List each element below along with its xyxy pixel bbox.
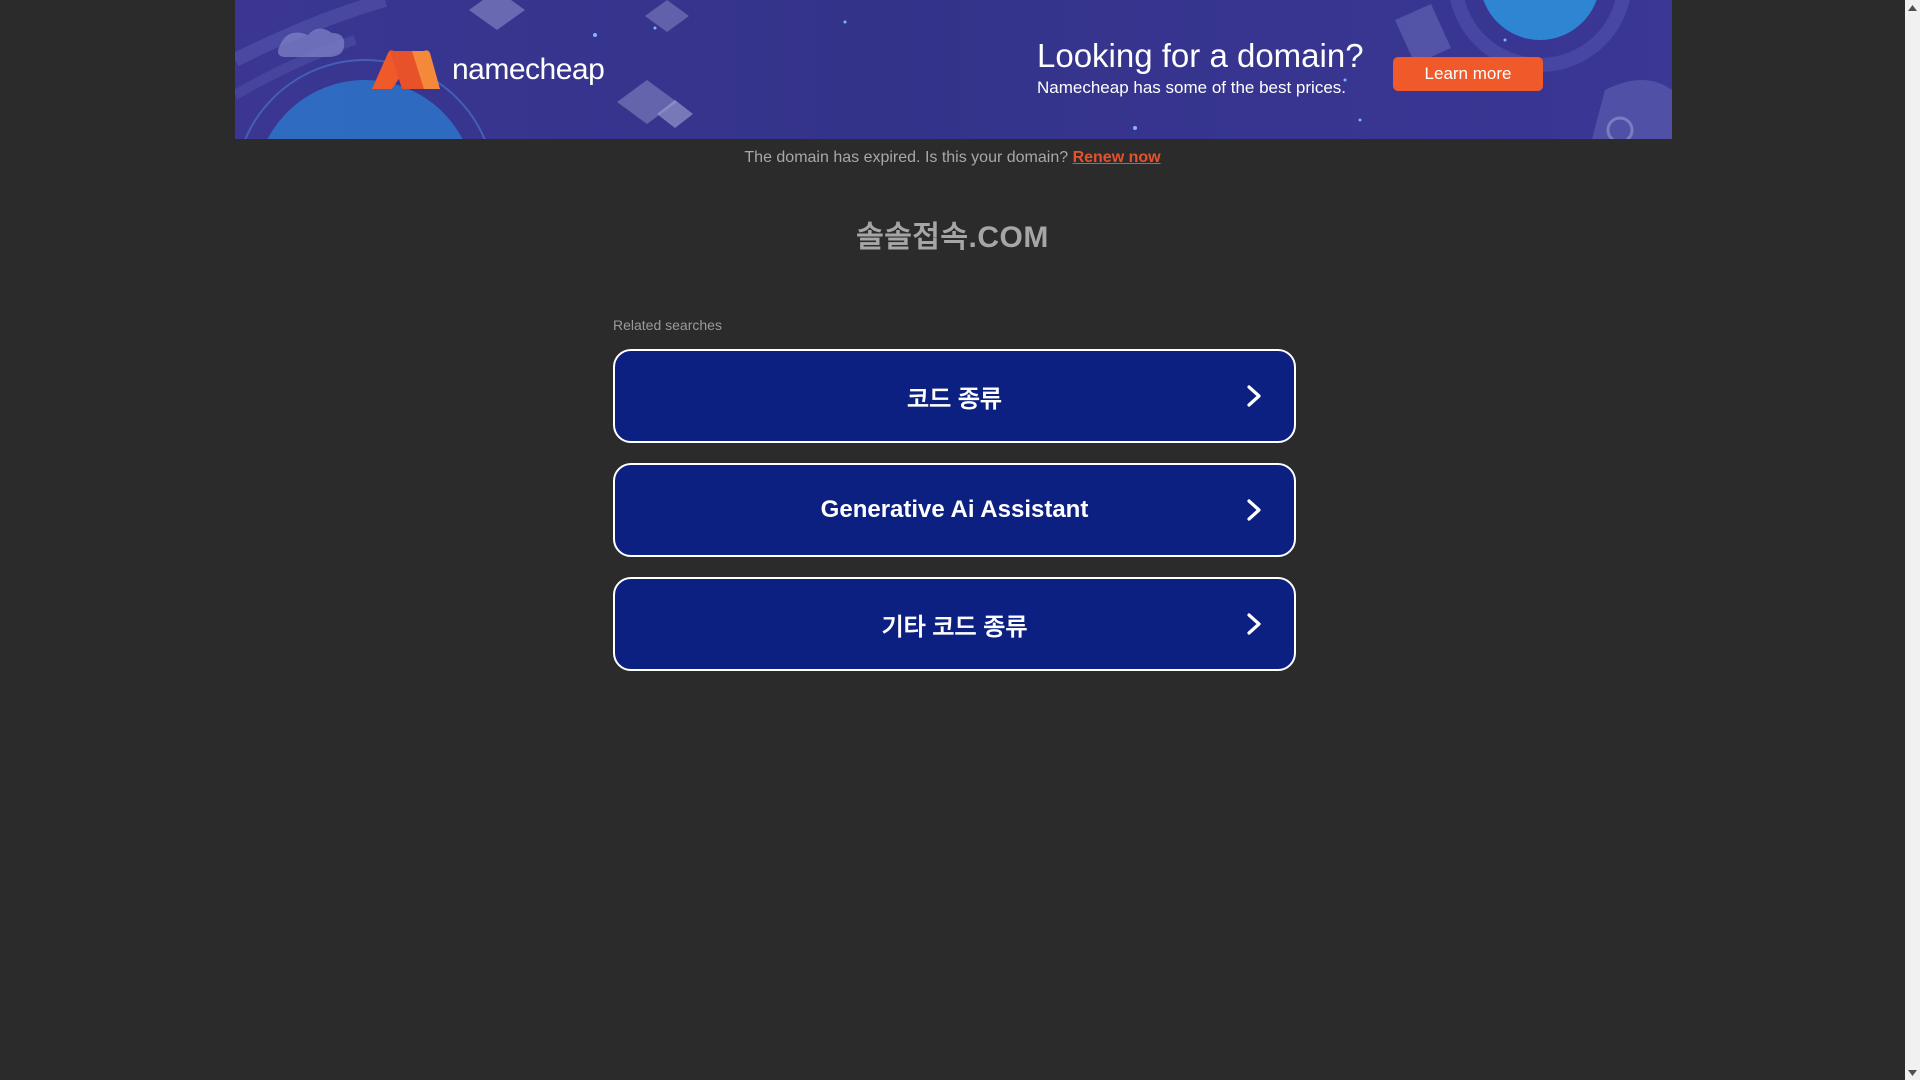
chevron-right-icon xyxy=(1247,499,1261,521)
promo-subtitle: Namecheap has some of the best prices. xyxy=(1037,78,1346,97)
learn-more-button[interactable]: Learn more xyxy=(1393,57,1543,91)
related-searches-label: Related searches xyxy=(613,317,722,333)
promo-banner[interactable]: namecheap Looking for a domain? Namechea… xyxy=(235,0,1672,139)
promo-title: Looking for a domain? xyxy=(1037,37,1364,74)
expired-text: The domain has expired. Is this your dom… xyxy=(744,149,1069,166)
arrow-up-icon[interactable] xyxy=(1905,0,1920,15)
related-search-label: Generative Ai Assistant xyxy=(820,496,1089,523)
related-search-label: 기타 코드 종류 xyxy=(881,613,1028,641)
arrow-down-icon[interactable] xyxy=(1905,1065,1920,1080)
related-search-item[interactable]: 기타 코드 종류 xyxy=(613,577,1296,671)
related-search-label: 코드 종류 xyxy=(907,385,1002,413)
vertical-scrollbar[interactable] xyxy=(1905,0,1920,1080)
chevron-right-icon xyxy=(1247,385,1261,407)
expired-notice: The domain has expired. Is this your dom… xyxy=(0,149,1905,167)
renew-now-link[interactable]: Renew now xyxy=(1073,149,1161,166)
promo-text: Looking for a domain? Namecheap has some… xyxy=(1037,36,1364,100)
logo-wordmark: namecheap xyxy=(452,53,605,86)
related-search-item[interactable]: 코드 종류 xyxy=(613,349,1296,443)
namecheap-n-icon xyxy=(372,50,440,89)
chevron-right-icon xyxy=(1247,613,1261,635)
domain-title: 솔솔접속.COM xyxy=(856,221,1049,254)
page: namecheap Looking for a domain? Namechea… xyxy=(0,0,1905,1080)
namecheap-logo[interactable]: namecheap xyxy=(370,49,605,91)
related-search-item[interactable]: Generative Ai Assistant xyxy=(613,463,1296,557)
